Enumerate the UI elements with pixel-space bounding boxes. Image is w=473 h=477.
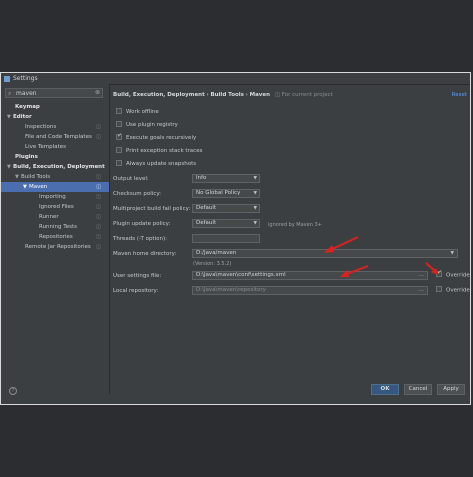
project-scope-icon: ◫ bbox=[96, 234, 101, 240]
sidebar-item-inspections[interactable]: Inspections ◫ bbox=[1, 122, 109, 132]
background-bottom bbox=[0, 405, 473, 477]
sidebar-item-repositories[interactable]: Repositories ◫ bbox=[1, 232, 109, 242]
dropdown-arrow-icon: ▼ bbox=[253, 191, 257, 196]
annotation-arrow-maven-home bbox=[324, 236, 359, 253]
apply-button[interactable]: Apply bbox=[437, 384, 465, 395]
project-scope-icon: ◫ bbox=[96, 224, 101, 230]
sidebar-item-ignored-files[interactable]: Ignored Files ◫ bbox=[1, 202, 109, 212]
browse-icon: … bbox=[418, 286, 424, 293]
annotation-arrow-settings-file bbox=[340, 265, 369, 277]
background-top bbox=[0, 0, 473, 72]
project-scope-icon: ◫ bbox=[96, 214, 101, 220]
work-offline-checkbox[interactable]: Work offline bbox=[116, 107, 159, 116]
settings-override-checkbox[interactable]: Override bbox=[436, 269, 470, 279]
fail-policy-label: Multiproject build fail policy: bbox=[113, 206, 191, 212]
settings-dialog: Settings ⌕ maven ⊗ Keymap ▼ Editor Inspec… bbox=[0, 72, 471, 405]
cancel-button[interactable]: Cancel bbox=[404, 384, 432, 395]
threads-label: Threads (-T option): bbox=[113, 236, 167, 242]
sidebar-item-maven[interactable]: ▼ Maven ◫ bbox=[1, 182, 109, 192]
sidebar-item-plugins[interactable]: Plugins bbox=[1, 152, 109, 162]
fail-policy-select[interactable]: Default ▼ bbox=[192, 204, 260, 213]
project-scope-icon: ◫ bbox=[274, 92, 280, 98]
checksum-policy-select[interactable]: No Global Policy ▼ bbox=[192, 189, 260, 198]
sidebar-item-keymap[interactable]: Keymap bbox=[1, 102, 109, 112]
project-scope-icon: ◫ bbox=[96, 184, 101, 190]
print-stack-traces-checkbox[interactable]: Print exception stack traces bbox=[116, 146, 202, 155]
dropdown-arrow-icon: ▼ bbox=[450, 251, 454, 256]
local-repo-label: Local repository: bbox=[113, 288, 159, 294]
plugin-registry-checkbox[interactable]: Use plugin registry bbox=[116, 120, 178, 129]
project-scope-icon: ◫ bbox=[96, 204, 101, 210]
browse-icon: … bbox=[418, 271, 424, 278]
dropdown-arrow-icon: ▼ bbox=[253, 206, 257, 211]
search-input[interactable]: ⌕ maven ⊗ bbox=[5, 88, 103, 98]
update-snapshots-checkbox[interactable]: Always update snapshots bbox=[116, 159, 196, 168]
sidebar-item-importing[interactable]: Importing ◫ bbox=[1, 192, 109, 202]
ok-button[interactable]: OK bbox=[371, 384, 399, 395]
dropdown-arrow-icon: ▼ bbox=[253, 221, 257, 226]
maven-version: (Version: 3.5.2) bbox=[193, 261, 232, 267]
sidebar-item-editor[interactable]: ▼ Editor bbox=[1, 112, 109, 122]
local-repo-override-checkbox[interactable]: Override bbox=[436, 286, 470, 294]
window-title: Settings bbox=[13, 75, 38, 82]
output-level-select[interactable]: Info ▼ bbox=[192, 174, 260, 183]
annotation-arrow-override bbox=[425, 262, 438, 275]
threads-input[interactable] bbox=[192, 234, 260, 243]
scope-note: ◫ For current project bbox=[274, 92, 333, 98]
maven-settings-panel: Build, Execution, Deployment › Build Too… bbox=[110, 84, 470, 394]
sidebar-item-live-templates[interactable]: Live Templates bbox=[1, 142, 109, 152]
help-icon[interactable]: ? bbox=[9, 387, 17, 395]
sidebar-item-build-execution[interactable]: ▼ Build, Execution, Deployment bbox=[1, 162, 109, 172]
checksum-policy-label: Checksum policy: bbox=[113, 191, 162, 197]
settings-sidebar: ⌕ maven ⊗ Keymap ▼ Editor Inspections ◫ Fi… bbox=[1, 84, 110, 394]
output-level-label: Output level: bbox=[113, 176, 149, 182]
dialog-footer: ? OK Cancel Apply bbox=[1, 384, 470, 405]
settings-file-input[interactable]: D:\Java\maven\conf\settings.xml… bbox=[192, 271, 428, 280]
reset-link[interactable]: Reset bbox=[452, 92, 467, 98]
search-icon: ⌕ bbox=[8, 90, 12, 97]
plugin-update-policy-select[interactable]: Default ▼ bbox=[192, 219, 260, 228]
sidebar-item-build-tools[interactable]: ▼ Build Tools ◫ bbox=[1, 172, 109, 182]
sidebar-item-running-tests[interactable]: Running Tests ◫ bbox=[1, 222, 109, 232]
sidebar-item-remote-jar-repositories[interactable]: Remote Jar Repositories ◫ bbox=[1, 242, 109, 252]
project-scope-icon: ◫ bbox=[96, 174, 101, 180]
execute-goals-recursively-checkbox[interactable]: Execute goals recursively bbox=[116, 132, 196, 142]
app-icon bbox=[4, 76, 10, 82]
sidebar-item-runner[interactable]: Runner ◫ bbox=[1, 212, 109, 222]
settings-file-label: User settings file: bbox=[113, 273, 162, 279]
sidebar-item-file-templates[interactable]: File and Code Templates ◫ bbox=[1, 132, 109, 142]
clear-search-icon[interactable]: ⊗ bbox=[95, 89, 100, 96]
update-policy-hint: ignored by Maven 3+ bbox=[268, 222, 322, 228]
project-scope-icon: ◫ bbox=[96, 194, 101, 200]
dropdown-arrow-icon: ▼ bbox=[253, 176, 257, 181]
project-scope-icon: ◫ bbox=[96, 124, 101, 130]
search-query: maven bbox=[16, 90, 37, 97]
maven-home-label: Maven home directory: bbox=[113, 251, 177, 257]
breadcrumb: Build, Execution, Deployment › Build Too… bbox=[113, 92, 333, 98]
plugin-update-policy-label: Plugin update policy: bbox=[113, 221, 171, 227]
project-scope-icon: ◫ bbox=[96, 134, 101, 140]
project-scope-icon: ◫ bbox=[96, 244, 101, 250]
local-repo-input[interactable]: D:\Java\maven\repository… bbox=[192, 286, 428, 295]
